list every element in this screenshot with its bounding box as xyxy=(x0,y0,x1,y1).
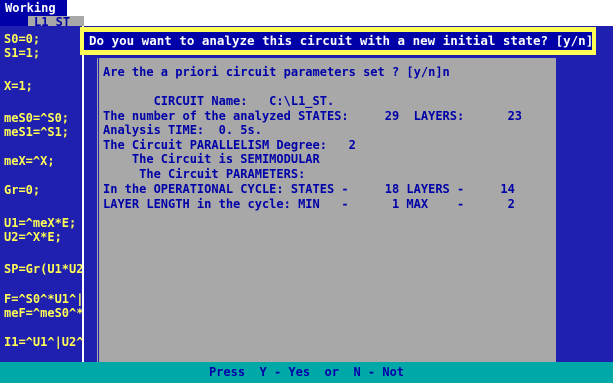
code-editor-panel[interactable]: S0=0; S1=1; X=1; meS0=^S0; meS1=^S1; meX… xyxy=(0,26,84,362)
code-line: S1=1; xyxy=(4,46,41,60)
code-line: meX=^X; xyxy=(4,154,55,168)
window-title: Working xyxy=(0,0,67,16)
info-line: The number of the analyzed STATES: 29 LA… xyxy=(103,109,523,123)
status-bar: Press Y - Yes or N - Not xyxy=(0,362,613,383)
info-line: Are the a priori circuit parameters set … xyxy=(103,65,450,79)
code-line: X=1; xyxy=(4,79,33,93)
confirm-dialog[interactable]: Do you want to analyze this circuit with… xyxy=(80,27,596,55)
code-line: I1=^U1^|U2^ xyxy=(4,335,84,349)
code-line: F=^S0^*U1^| xyxy=(4,292,84,306)
info-line: CIRCUIT Name: C:\L1_ST. xyxy=(103,94,335,108)
code-line: meF=^meS0^* xyxy=(4,306,84,320)
status-hint: Press Y - Yes or N - Not xyxy=(208,365,405,379)
code-line: meS1=^S1; xyxy=(4,125,70,139)
code-line: Gr=0; xyxy=(4,183,41,197)
code-line: U1=^meX*E; xyxy=(4,216,77,230)
code-line: meS0=^S0; xyxy=(4,111,70,125)
info-line: The Circuit is SEMIMODULAR xyxy=(103,152,320,166)
confirm-dialog-prompt: Do you want to analyze this circuit with… xyxy=(89,33,594,48)
dos-screen: Working L1_ST S0=0; S1=1; X=1; meS0=^S0;… xyxy=(0,0,613,383)
info-line: LAYER LENGTH in the cycle: MIN - 1 MAX -… xyxy=(103,197,515,211)
info-line: The Circuit PARALLELISM Degree: 2 xyxy=(103,138,356,152)
confirm-dialog-body: Do you want to analyze this circuit with… xyxy=(84,32,594,50)
code-line: SP=Gr(U1*U2 xyxy=(4,262,84,276)
code-line: S0=0; xyxy=(4,32,41,46)
info-line: Analysis TIME: 0. 5s. xyxy=(103,123,262,137)
circuit-info-panel: Are the a priori circuit parameters set … xyxy=(96,58,556,362)
info-line: In the OPERATIONAL CYCLE: STATES - 18 LA… xyxy=(103,182,515,196)
code-line: U2=^X*E; xyxy=(4,230,62,244)
info-line: The Circuit PARAMETERS: xyxy=(103,167,306,181)
